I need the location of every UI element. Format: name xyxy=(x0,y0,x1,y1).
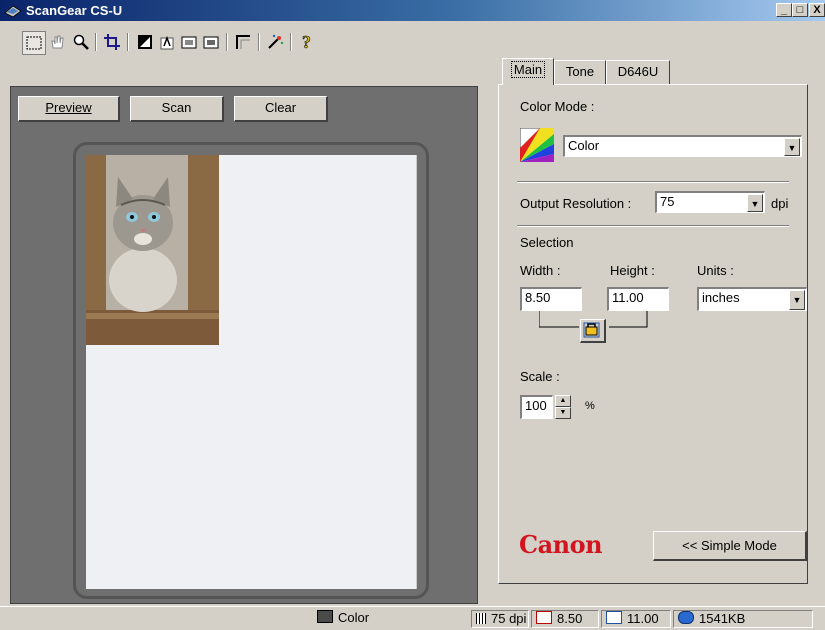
width-icon xyxy=(536,611,552,624)
help-icon[interactable]: ? xyxy=(296,31,318,53)
status-resolution: 75 dpi xyxy=(471,610,529,628)
scanner-app-icon xyxy=(4,3,22,18)
window-title: ScanGear CS-U xyxy=(26,3,123,18)
scale-spinner[interactable]: ▲ ▼ xyxy=(555,395,571,419)
status-height-text: 11.00 xyxy=(627,611,659,626)
toolbar-separator xyxy=(290,33,292,51)
height-icon xyxy=(606,611,622,624)
toolbar: ? xyxy=(0,21,488,77)
height-label: Height : xyxy=(610,263,655,278)
scan-label: Scan xyxy=(161,100,192,115)
preview-page[interactable] xyxy=(86,155,417,589)
chevron-down-icon[interactable]: ▼ xyxy=(747,194,763,212)
color-mode-select[interactable]: Color ▼ xyxy=(563,135,802,157)
preview-panel: Preview Scan Clear xyxy=(10,86,478,604)
mirror-icon[interactable] xyxy=(156,31,178,53)
output-resolution-select[interactable]: 75 ▼ xyxy=(655,191,765,213)
color-mode-status-icon xyxy=(317,610,333,623)
toolbar-separator xyxy=(226,33,228,51)
svg-text:?: ? xyxy=(302,33,311,51)
canon-logo: Canon xyxy=(519,530,603,559)
selection-label: Selection xyxy=(520,235,574,250)
settings-panel: Main Tone D646U Color Mode : Color ▼ Out… xyxy=(488,21,825,606)
status-file-size-text: 1541KB xyxy=(699,611,746,626)
marquee-select-icon[interactable] xyxy=(22,31,46,55)
minimize-button[interactable]: _ xyxy=(776,3,792,17)
scan-button[interactable]: Scan xyxy=(130,96,224,122)
rotate-left-icon[interactable] xyxy=(178,31,200,53)
disk-icon xyxy=(678,611,694,624)
maximize-button[interactable]: □ xyxy=(792,3,808,17)
scan-bed xyxy=(73,142,429,599)
status-color-mode-text: Color xyxy=(338,610,370,625)
rotate-right-icon[interactable] xyxy=(200,31,222,53)
color-mode-icon xyxy=(519,127,555,163)
tab-tone[interactable]: Tone xyxy=(554,60,606,84)
crop-icon[interactable] xyxy=(101,31,123,53)
chevron-down-icon[interactable]: ▼ xyxy=(789,290,805,310)
simple-mode-button[interactable]: << Simple Mode xyxy=(653,531,807,561)
color-mode-value: Color xyxy=(568,138,600,153)
divider xyxy=(517,225,789,227)
output-resolution-value: 75 xyxy=(660,194,675,209)
units-label: Units : xyxy=(697,263,734,278)
tab-d646u[interactable]: D646U xyxy=(606,60,670,84)
status-resolution-text: 75 dpi xyxy=(491,611,527,626)
status-width: 8.50 xyxy=(531,610,599,628)
divider xyxy=(517,181,789,183)
toolbar-separator xyxy=(95,33,97,51)
status-width-text: 8.50 xyxy=(557,611,583,626)
scale-label: Scale : xyxy=(520,369,560,384)
spin-down-icon[interactable]: ▼ xyxy=(555,407,571,419)
units-select[interactable]: inches ▼ xyxy=(697,287,807,311)
auto-adjust-icon[interactable] xyxy=(264,31,286,53)
dpi-label: dpi xyxy=(771,196,789,211)
preview-label: Preview xyxy=(45,100,92,115)
status-color-mode: Color xyxy=(313,610,469,628)
corner-icon[interactable] xyxy=(232,31,254,53)
color-mode-label: Color Mode : xyxy=(520,99,595,114)
tab-main[interactable]: Main xyxy=(502,58,554,85)
resolution-icon xyxy=(476,613,486,624)
spin-up-icon[interactable]: ▲ xyxy=(555,395,571,407)
preview-button[interactable]: Preview xyxy=(18,96,120,122)
height-field[interactable]: 11.00 xyxy=(607,287,669,311)
hand-icon[interactable] xyxy=(46,31,68,53)
tab-main-label: Main xyxy=(510,61,546,78)
output-resolution-label: Output Resolution : xyxy=(520,196,632,211)
main-tab-panel: Color Mode : Color ▼ Output Resolution :… xyxy=(498,84,808,584)
units-value: inches xyxy=(702,290,740,305)
width-field[interactable]: 8.50 xyxy=(520,287,582,311)
lock-aspect-button[interactable] xyxy=(580,319,606,343)
clear-button[interactable]: Clear xyxy=(234,96,328,122)
status-file-size: 1541KB xyxy=(673,610,813,628)
auto-tone-icon[interactable] xyxy=(134,31,156,53)
title-bar: ScanGear CS-U _ □ X xyxy=(0,0,825,21)
toolbar-separator xyxy=(258,33,260,51)
zoom-icon[interactable] xyxy=(70,31,92,53)
percent-label: % xyxy=(585,400,595,412)
close-button[interactable]: X xyxy=(809,3,825,17)
clear-label: Clear xyxy=(264,100,297,115)
status-bar: Color 75 dpi 8.50 11.00 1541KB xyxy=(0,606,825,630)
toolbar-separator xyxy=(127,33,129,51)
preview-image xyxy=(86,155,219,345)
chevron-down-icon[interactable]: ▼ xyxy=(784,138,800,156)
width-label: Width : xyxy=(520,263,561,278)
status-height: 11.00 xyxy=(601,610,671,628)
scale-field[interactable]: 100 xyxy=(520,395,553,419)
